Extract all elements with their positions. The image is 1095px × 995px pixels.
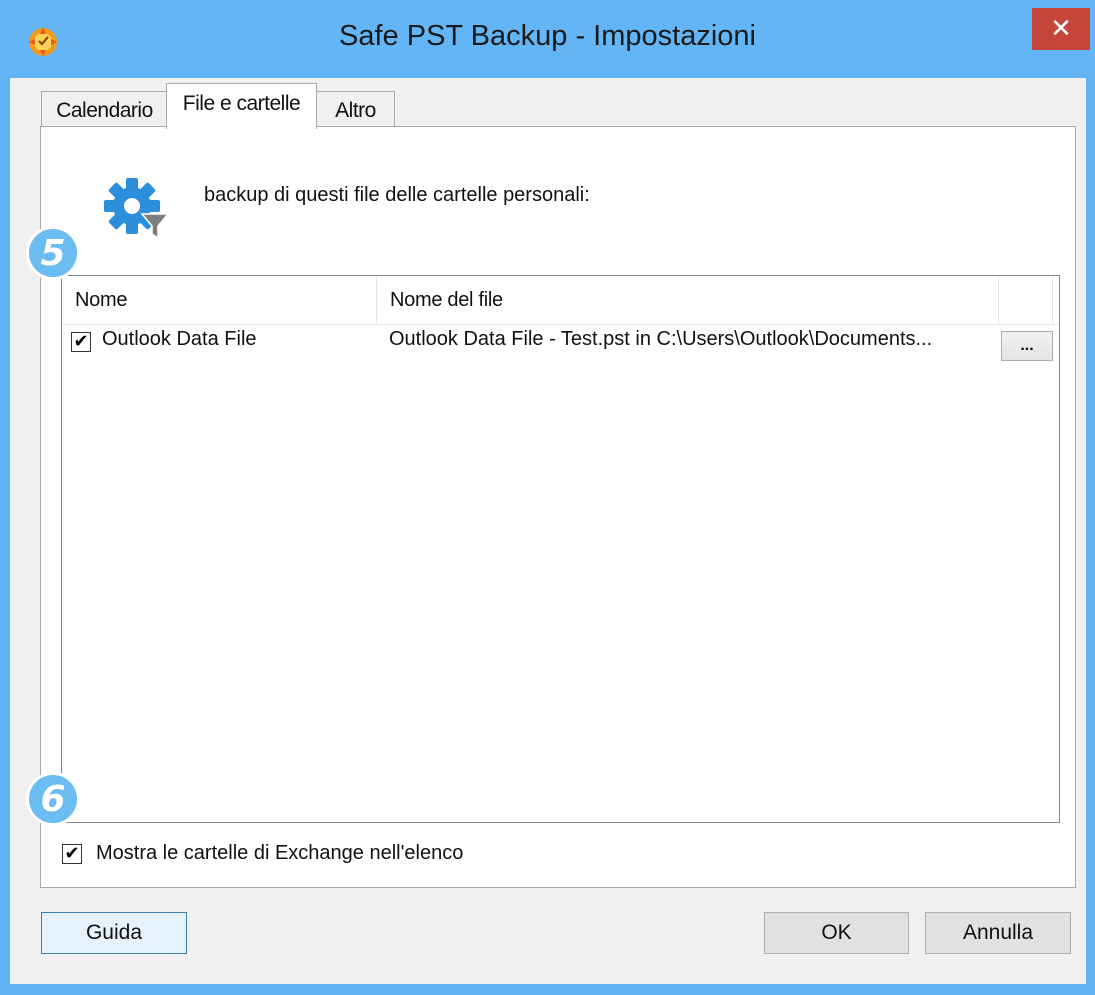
callout-badge-6: 6 [26,772,80,826]
close-icon: ✕ [1050,14,1072,44]
column-header-nome-del-file[interactable]: Nome del file [377,276,999,324]
row-file: Outlook Data File - Test.pst in C:\Users… [389,328,933,350]
tab-label: Calendario [56,98,153,122]
column-header-blank [999,276,1053,324]
tab-altro[interactable]: Altro [316,91,395,129]
tab-label: Altro [335,98,376,122]
title-bar[interactable]: Safe PST Backup - Impostazioni ✕ [0,0,1095,78]
cancel-button[interactable]: Annulla [925,912,1071,954]
list-header: Nome Nome del file [62,276,1059,325]
tab-file-e-cartelle[interactable]: File e cartelle [166,83,317,129]
dialog-client-area: Calendario File e cartelle Altro backup … [10,78,1086,984]
window-title: Safe PST Backup - Impostazioni [339,20,756,52]
checkmark-icon: ✔ [64,843,80,864]
show-exchange-checkbox[interactable]: ✔ [62,844,82,864]
intro-text: backup di questi file delle cartelle per… [204,184,590,206]
tab-calendario[interactable]: Calendario [41,91,168,129]
callout-badge-5: 5 [26,226,80,280]
help-button[interactable]: Guida [41,912,187,954]
checkmark-icon: ✔ [73,331,89,352]
dialog-window: Safe PST Backup - Impostazioni ✕ Calenda… [0,0,1095,995]
gear-filter-icon [104,178,170,240]
column-header-nome[interactable]: Nome [62,276,377,324]
show-exchange-label: Mostra le cartelle di Exchange nell'elen… [96,842,464,864]
close-button[interactable]: ✕ [1032,8,1090,50]
row-checkbox[interactable]: ✔ [71,332,91,352]
ok-button[interactable]: OK [764,912,909,954]
row-name: Outlook Data File [102,328,257,350]
list-row[interactable]: ✔ Outlook Data File Outlook Data File - … [62,324,1059,361]
pst-file-list[interactable]: Nome Nome del file ✔ Outlook Data File O… [61,275,1060,823]
tab-label: File e cartelle [182,91,301,115]
browse-button[interactable]: ... [1001,331,1053,361]
